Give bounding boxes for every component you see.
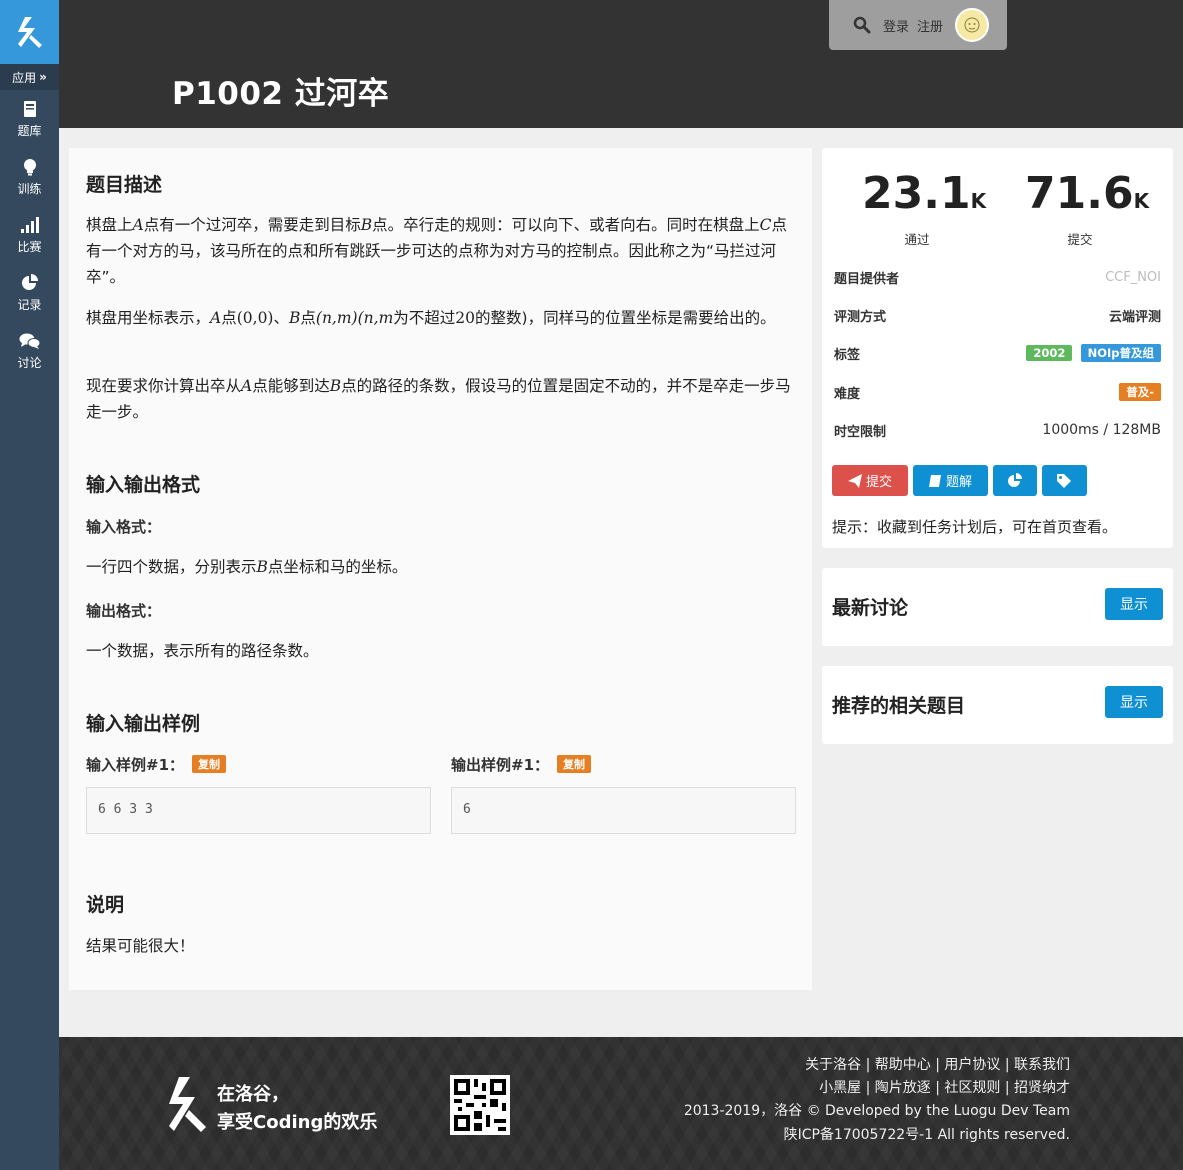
search-icon[interactable] xyxy=(853,16,871,34)
pie-chart-icon xyxy=(21,273,38,290)
notes-text: 结果可能很大！ xyxy=(86,937,195,955)
paper-plane-icon xyxy=(847,473,862,488)
qr-code xyxy=(450,1075,510,1135)
sidebar-item-training[interactable]: 训练 xyxy=(0,148,59,206)
output-format-text: 一个数据，表示所有的路径条数。 xyxy=(86,642,319,660)
apps-toggle[interactable]: 应用 » xyxy=(0,64,59,90)
sidebar-item-label: 比赛 xyxy=(17,239,42,254)
judge-row: 评测方式 云端评测 xyxy=(834,305,1161,325)
sidebar-item-problems[interactable]: 题库 xyxy=(0,90,59,148)
provider-row: 题目提供者 CCF_NOI xyxy=(834,267,1161,287)
sidebar-item-label: 记录 xyxy=(17,297,42,312)
sidebar-item-discuss[interactable]: 讨论 xyxy=(0,322,59,380)
copy-output-button[interactable]: 复制 xyxy=(557,755,592,773)
passed-unit: K xyxy=(970,189,987,213)
lightbulb-icon xyxy=(23,158,36,175)
input-format-text: 一行四个数据，分别表示B点坐标和马的坐标。 xyxy=(86,558,408,576)
copy-input-button[interactable]: 复制 xyxy=(192,755,227,773)
problem-card: 题目描述 棋盘上A点有一个过河卒，需要走到目标B点。卒行走的规则：可以向下、或者… xyxy=(69,148,812,990)
problem-info-card: 23.1K 通过 71.6K 提交 题目提供者 CCF_NOI 评测方式 云端评… xyxy=(822,148,1173,548)
difficulty-row: 难度 普及- xyxy=(834,382,1161,402)
footer-links-row-2[interactable]: 小黑屋 | 陶片放逐 | 社区规则 | 招贤纳才 xyxy=(819,1077,1070,1097)
luogu-logo[interactable] xyxy=(0,0,59,64)
provider-link[interactable]: CCF_NOI xyxy=(1105,270,1161,285)
related-problems-card: 推荐的相关题目 显示 xyxy=(822,666,1173,744)
description-title: 题目描述 xyxy=(86,174,163,196)
user-bar: 登录 注册 xyxy=(829,0,1007,50)
submit-label: 提交 xyxy=(1067,232,1093,247)
sidebar-item-contests[interactable]: 比赛 xyxy=(0,206,59,264)
sidebar-item-label: 训练 xyxy=(17,181,42,196)
favorite-tags-button[interactable] xyxy=(1042,465,1087,496)
avatar[interactable] xyxy=(955,8,990,42)
apps-label: 应用 xyxy=(12,70,37,85)
chat-bubbles-icon xyxy=(19,333,40,349)
sidebar: 应用 » 题库 训练 比赛 记录 讨论 xyxy=(0,0,59,1170)
book-icon xyxy=(23,100,36,117)
io-format-title: 输入输出格式 xyxy=(86,474,201,496)
passed-label: 通过 xyxy=(904,232,930,247)
limits-key: 时空限制 xyxy=(834,424,887,440)
sample-output-label: 输出样例#1： 复制 xyxy=(451,754,592,775)
notes-title: 说明 xyxy=(86,894,125,916)
difficulty-key: 难度 xyxy=(834,386,861,402)
register-link[interactable]: 注册 xyxy=(917,16,943,35)
statistics-button[interactable] xyxy=(993,465,1037,496)
input-format-label: 输入格式： xyxy=(86,518,162,536)
sample-input-label: 输入样例#1： 复制 xyxy=(86,754,227,775)
avatar-cartoon-icon xyxy=(964,17,980,33)
submit-unit: K xyxy=(1133,189,1150,213)
tag-noip[interactable]: NOIp普及组 xyxy=(1080,344,1161,362)
sidebar-item-records[interactable]: 记录 xyxy=(0,264,59,322)
qr-code-icon xyxy=(454,1079,506,1131)
sidebar-item-label: 题库 xyxy=(17,123,42,138)
tags-icon xyxy=(1056,473,1071,488)
footer-slogan: 在洛谷， 享受Coding的欢乐 xyxy=(217,1084,378,1133)
submit-stat: 71.6K 提交 xyxy=(1025,168,1149,248)
signal-bars-icon xyxy=(20,216,39,233)
discussions-card: 最新讨论 显示 xyxy=(822,568,1173,646)
passed-stat: 23.1K 通过 xyxy=(862,168,986,248)
pie-chart-icon xyxy=(1008,472,1022,487)
luogu-logo-icon xyxy=(169,1077,206,1132)
difficulty-badge: 普及- xyxy=(1119,383,1161,401)
provider-key: 题目提供者 xyxy=(834,271,900,287)
favorite-hint: 提示：收藏到任务计划后，可在首页查看。 xyxy=(832,518,1118,536)
page-header: 登录 注册 P1002 过河卒 xyxy=(59,0,1183,128)
description-paragraph-1: 棋盘上A点有一个过河卒，需要走到目标B点。卒行走的规则：可以向下、或者向右。同时… xyxy=(86,216,788,286)
sample-output-box[interactable]: 6 xyxy=(451,787,796,834)
luogu-logo-icon xyxy=(17,17,42,48)
passed-count: 23.1 xyxy=(862,168,971,219)
double-chevron-right-icon: » xyxy=(39,70,47,84)
samples-title: 输入输出样例 xyxy=(86,713,201,735)
submit-button[interactable]: 提交 xyxy=(832,465,908,496)
limits-value: 1000ms / 128MB xyxy=(1042,422,1161,438)
judge-key: 评测方式 xyxy=(834,309,887,325)
discussions-title: 最新讨论 xyxy=(832,597,909,619)
submit-count: 71.6 xyxy=(1025,168,1134,219)
tags-row: 标签 2002 NOIp普及组 xyxy=(834,343,1161,363)
description-paragraph-3: 现在要求你计算出卒从A点能够到达B点的路径的条数，假设马的位置是固定不动的，并不… xyxy=(86,377,791,421)
tag-year[interactable]: 2002 xyxy=(1026,345,1073,361)
sample-input-box[interactable]: 6 6 3 3 xyxy=(86,787,431,834)
show-discussions-button[interactable]: 显示 xyxy=(1105,588,1163,620)
related-problems-title: 推荐的相关题目 xyxy=(832,695,966,717)
book-icon xyxy=(928,474,941,487)
footer-icp[interactable]: 陕ICP备17005722号-1 All rights reserved. xyxy=(784,1124,1070,1144)
solutions-button[interactable]: 题解 xyxy=(913,465,988,496)
footer: 在洛谷， 享受Coding的欢乐 关于洛谷 | 帮助中心 | 用户协议 | 联系… xyxy=(59,1037,1183,1170)
judge-value: 云端评测 xyxy=(1108,309,1161,325)
output-format-label: 输出格式： xyxy=(86,602,162,620)
footer-links-row-1[interactable]: 关于洛谷 | 帮助中心 | 用户协议 | 联系我们 xyxy=(805,1054,1070,1074)
page-title: P1002 过河卒 xyxy=(172,76,390,112)
description-paragraph-2: 棋盘用坐标表示，A点(0,0)、B点(n,m)(n,m为不超过20的整数)，同样… xyxy=(86,309,776,327)
limits-row: 时空限制 1000ms / 128MB xyxy=(834,420,1161,440)
login-link[interactable]: 登录 xyxy=(883,16,909,35)
footer-copyright: 2013-2019，洛谷 © Developed by the Luogu De… xyxy=(683,1103,1070,1119)
show-related-button[interactable]: 显示 xyxy=(1105,686,1163,718)
sidebar-item-label: 讨论 xyxy=(17,355,42,370)
tags-key: 标签 xyxy=(834,347,861,363)
